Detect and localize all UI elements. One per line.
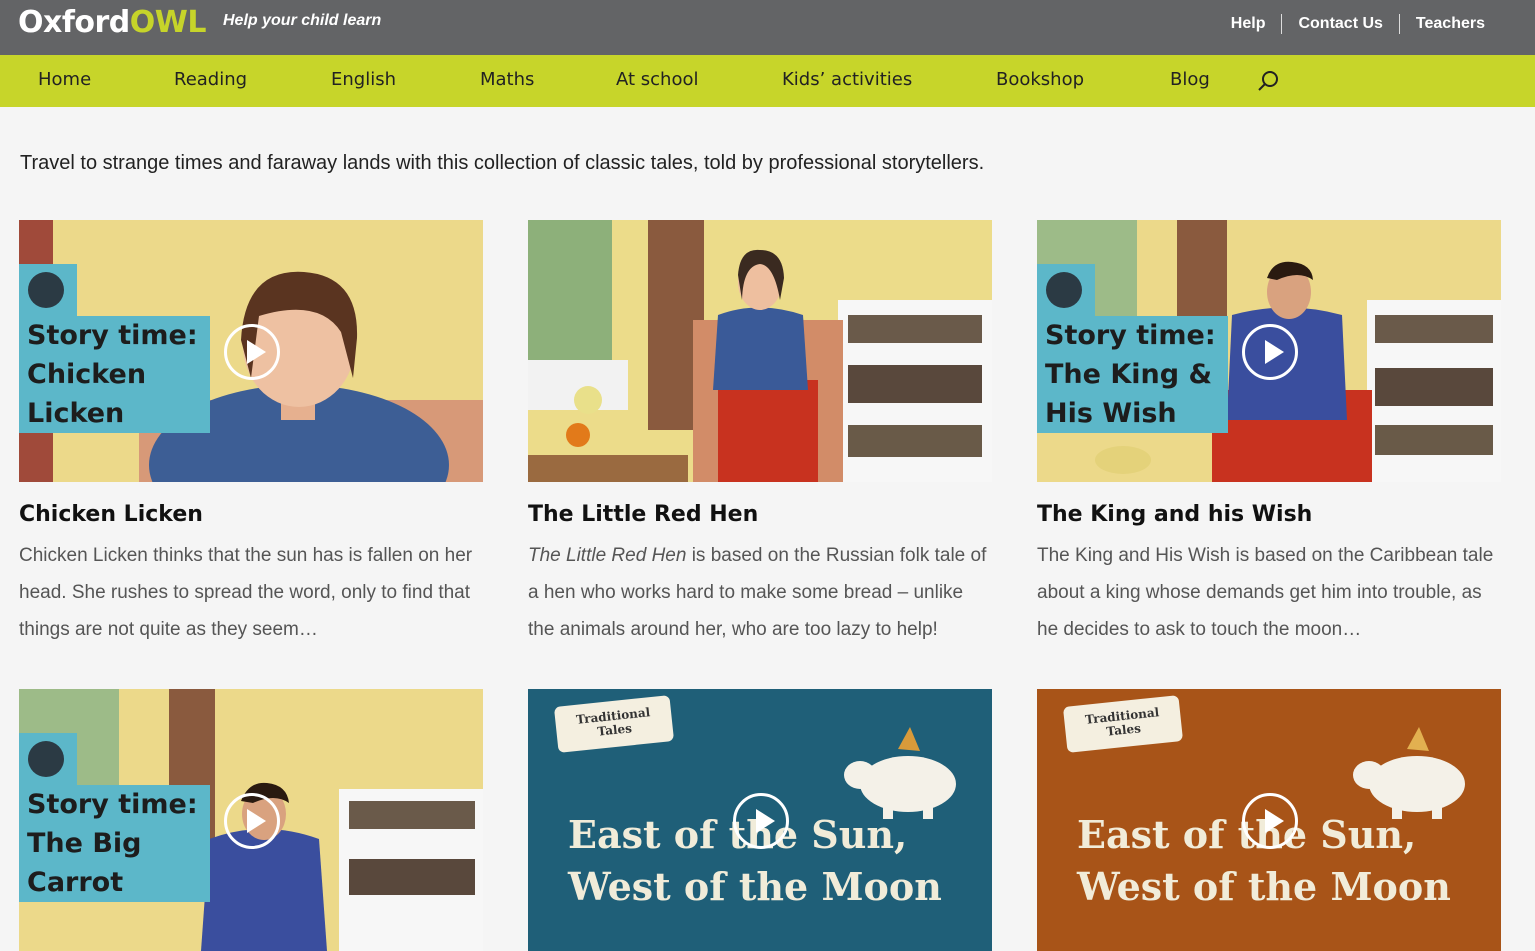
- card-title[interactable]: The King and his Wish: [1037, 502, 1501, 527]
- story-label: Story time: The King & His Wish: [1037, 316, 1228, 433]
- video-card[interactable]: Traditional Tales East of the Sun, West o…: [1037, 689, 1501, 951]
- card-description: Chicken Licken thinks that the sun has i…: [19, 545, 473, 640]
- video-thumbnail[interactable]: [528, 220, 992, 482]
- video-card[interactable]: Traditional Tales East of the Sun, West o…: [528, 689, 992, 951]
- play-icon[interactable]: [224, 793, 280, 849]
- oxford-owl-logo[interactable]: OxfordOWL: [18, 5, 207, 40]
- card-description: The King and His Wish is based on the Ca…: [1037, 545, 1494, 640]
- help-link[interactable]: Help: [1215, 15, 1282, 33]
- video-card[interactable]: The Little Red Hen The Little Red Hen is…: [528, 220, 992, 648]
- tagline: Help your child learn: [223, 12, 382, 29]
- card-title[interactable]: Chicken Licken: [19, 502, 483, 527]
- main-nav: Home Reading English Maths At school Kid…: [0, 55, 1535, 107]
- video-card[interactable]: Story time: The King & His Wish The King…: [1037, 220, 1501, 648]
- story-time-badge: [1037, 264, 1095, 316]
- nav-bookshop[interactable]: Bookshop: [996, 69, 1084, 90]
- video-thumbnail[interactable]: Traditional Tales East of the Sun, West o…: [528, 689, 992, 951]
- play-icon[interactable]: [224, 324, 280, 380]
- video-thumbnail[interactable]: Traditional Tales East of the Sun, West o…: [1037, 689, 1501, 951]
- play-icon[interactable]: [1242, 324, 1298, 380]
- search-icon[interactable]: [1256, 69, 1280, 93]
- top-bar: OxfordOWL Help your child learn Help Con…: [0, 0, 1535, 55]
- card-title[interactable]: The Little Red Hen: [528, 502, 992, 527]
- story-label: Story time: Chicken Licken: [19, 316, 210, 433]
- play-icon[interactable]: [1242, 793, 1298, 849]
- play-icon[interactable]: [733, 793, 789, 849]
- video-thumbnail[interactable]: Story time: The Big Carrot: [19, 689, 483, 951]
- top-links: Help Contact Us Teachers: [1215, 14, 1501, 34]
- section-intro: Travel to strange times and faraway land…: [20, 152, 985, 174]
- storyteller-image: [528, 220, 992, 482]
- video-thumbnail[interactable]: Story time: Chicken Licken: [19, 220, 483, 482]
- video-card[interactable]: Story time: Chicken Licken Chicken Licke…: [19, 220, 483, 648]
- story-time-badge: [19, 264, 77, 316]
- contact-us-link[interactable]: Contact Us: [1282, 15, 1398, 33]
- story-time-badge: [19, 733, 77, 785]
- nav-at-school[interactable]: At school: [616, 69, 699, 90]
- nav-english[interactable]: English: [331, 69, 396, 90]
- story-label: Story time: The Big Carrot: [19, 785, 210, 902]
- nav-kids-activities[interactable]: Kids’ activities: [782, 69, 912, 90]
- nav-home[interactable]: Home: [38, 69, 91, 90]
- teachers-link[interactable]: Teachers: [1400, 15, 1501, 33]
- card-description: The Little Red Hen is based on the Russi…: [528, 545, 987, 640]
- nav-maths[interactable]: Maths: [480, 69, 534, 90]
- video-card[interactable]: Story time: The Big Carrot: [19, 689, 483, 951]
- video-thumbnail[interactable]: Story time: The King & His Wish: [1037, 220, 1501, 482]
- nav-reading[interactable]: Reading: [174, 69, 247, 90]
- nav-blog[interactable]: Blog: [1170, 69, 1210, 90]
